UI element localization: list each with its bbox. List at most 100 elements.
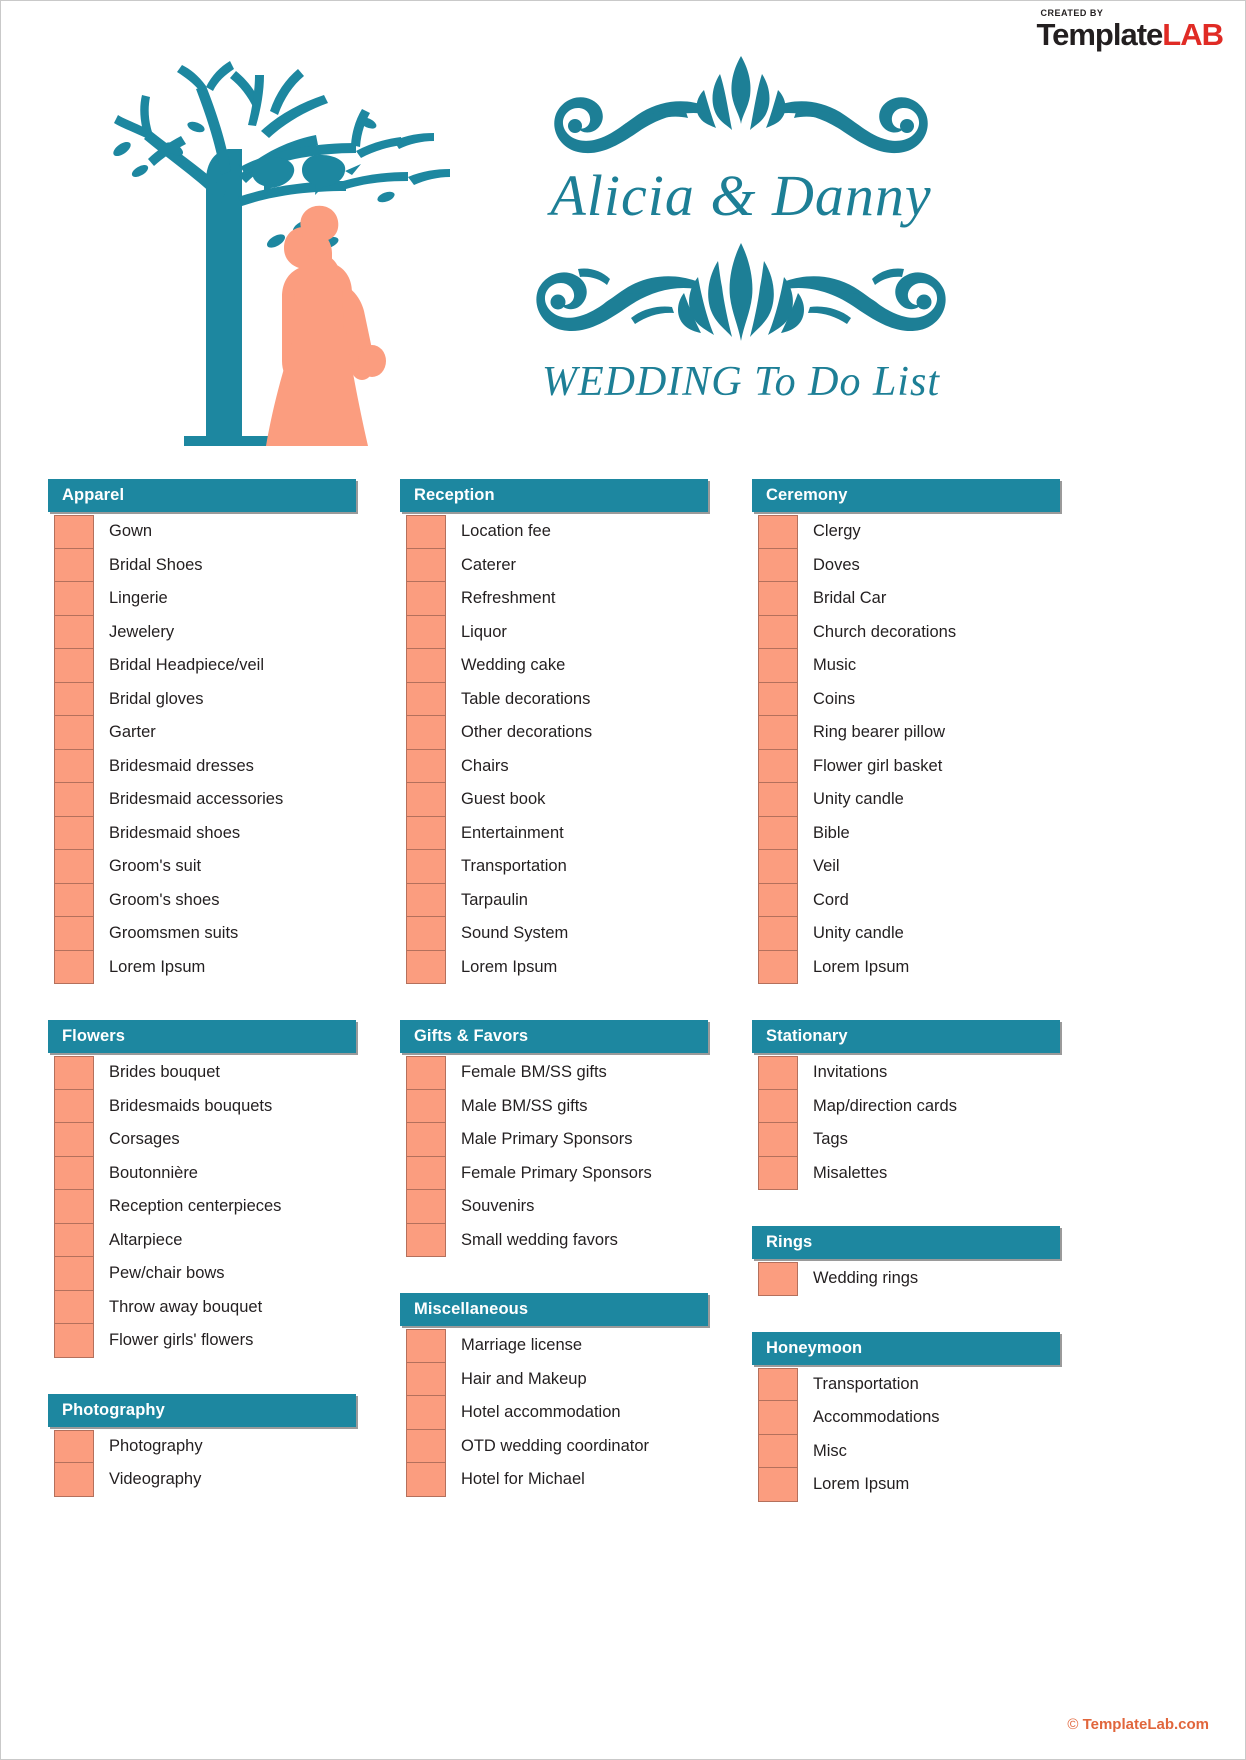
checkbox[interactable]	[406, 749, 446, 783]
checkbox[interactable]	[758, 682, 798, 716]
checkbox[interactable]	[758, 1401, 798, 1435]
checkbox[interactable]	[54, 548, 94, 582]
checkbox[interactable]	[54, 917, 94, 951]
checklist-item-label: Table decorations	[461, 689, 591, 708]
checklist-row: Bridal Car	[752, 582, 1060, 616]
checkbox[interactable]	[406, 615, 446, 649]
checkbox[interactable]	[758, 548, 798, 582]
checkbox[interactable]	[54, 1123, 94, 1157]
checkbox[interactable]	[406, 1056, 446, 1090]
checkbox[interactable]	[54, 1156, 94, 1190]
checkbox[interactable]	[406, 1156, 446, 1190]
checkbox[interactable]	[758, 749, 798, 783]
checklist-item-label: Guest book	[461, 790, 546, 809]
checklist-item-label: Brides bouquet	[109, 1063, 220, 1082]
checklist-item-label: Male BM/SS gifts	[461, 1096, 588, 1115]
checkbox[interactable]	[758, 582, 798, 616]
checklist-row: Throw away bouquet	[48, 1290, 356, 1324]
checkbox[interactable]	[54, 716, 94, 750]
checkbox[interactable]	[406, 883, 446, 917]
checkbox[interactable]	[54, 1190, 94, 1224]
checkbox[interactable]	[758, 1468, 798, 1502]
checklist-row: Female Primary Sponsors	[400, 1156, 708, 1190]
checkbox[interactable]	[54, 883, 94, 917]
checklist-item-label: Jewelery	[109, 622, 175, 641]
checkbox[interactable]	[54, 1324, 94, 1358]
checkbox[interactable]	[406, 548, 446, 582]
checkbox[interactable]	[758, 1367, 798, 1401]
checkbox[interactable]	[758, 783, 798, 817]
checkbox[interactable]	[758, 515, 798, 549]
checklist-row: Veil	[752, 850, 1060, 884]
checkbox[interactable]	[406, 783, 446, 817]
checkbox[interactable]	[758, 1123, 798, 1157]
checkbox[interactable]	[406, 1223, 446, 1257]
footer-site-link[interactable]: TemplateLab.com	[1083, 1716, 1209, 1733]
checkbox[interactable]	[54, 682, 94, 716]
checkbox[interactable]	[758, 917, 798, 951]
checklist-row: Corsages	[48, 1123, 356, 1157]
checkbox[interactable]	[758, 1434, 798, 1468]
checkbox[interactable]	[406, 716, 446, 750]
checkbox[interactable]	[406, 1123, 446, 1157]
checkbox[interactable]	[406, 1396, 446, 1430]
checklist-row: Bridesmaids bouquets	[48, 1089, 356, 1123]
checkbox[interactable]	[406, 1329, 446, 1363]
checkbox[interactable]	[758, 615, 798, 649]
checkbox[interactable]	[758, 1089, 798, 1123]
section-header-apparel: Apparel	[48, 479, 356, 512]
checkbox[interactable]	[758, 1056, 798, 1090]
checkbox[interactable]	[758, 1262, 798, 1296]
checkbox[interactable]	[54, 1429, 94, 1463]
checkbox[interactable]	[54, 649, 94, 683]
checkbox[interactable]	[406, 850, 446, 884]
checkbox[interactable]	[54, 615, 94, 649]
section-header-honeymoon: Honeymoon	[752, 1331, 1060, 1365]
checkbox[interactable]	[406, 649, 446, 683]
checkbox[interactable]	[54, 1056, 94, 1090]
checklist-row: Photography	[48, 1429, 356, 1463]
footer-credit[interactable]: © TemplateLab.com	[1067, 1716, 1209, 1733]
checklist-item-label: OTD wedding coordinator	[461, 1436, 650, 1455]
checkbox[interactable]	[54, 850, 94, 884]
checklist-item-label: Map/direction cards	[813, 1096, 957, 1115]
checkbox[interactable]	[406, 1190, 446, 1224]
checkbox[interactable]	[54, 1223, 94, 1257]
checkbox[interactable]	[406, 1362, 446, 1396]
checkbox[interactable]	[406, 1429, 446, 1463]
checkbox[interactable]	[54, 1089, 94, 1123]
checkbox[interactable]	[54, 783, 94, 817]
checkbox[interactable]	[54, 582, 94, 616]
wedding-todo-list-page: CREATED BY TemplateLAB Alicia & Danny WE…	[0, 0, 1246, 1760]
checkbox[interactable]	[758, 950, 798, 984]
checkbox[interactable]	[406, 917, 446, 951]
checklist-item-label: Ring bearer pillow	[813, 723, 946, 742]
checkbox[interactable]	[54, 515, 94, 549]
checkbox[interactable]	[406, 1089, 446, 1123]
checklist-section: Honeymoon Transportation Accommodations Mis…	[752, 1331, 1060, 1502]
checklist-item-label: Lorem Ipsum	[813, 1475, 910, 1494]
checkbox[interactable]	[54, 1290, 94, 1324]
checkbox[interactable]	[406, 950, 446, 984]
checkbox[interactable]	[758, 816, 798, 850]
page-title-couple-names: Alicia & Danny	[550, 163, 932, 228]
checkbox[interactable]	[758, 850, 798, 884]
checkbox[interactable]	[406, 816, 446, 850]
checkbox[interactable]	[54, 950, 94, 984]
checkbox[interactable]	[54, 1257, 94, 1291]
checkbox[interactable]	[406, 515, 446, 549]
checklist-row: Brides bouquet	[48, 1056, 356, 1090]
checkbox[interactable]	[758, 1156, 798, 1190]
checkbox[interactable]	[758, 716, 798, 750]
checklist-item-label: Unity candle	[813, 924, 904, 943]
checkbox[interactable]	[758, 883, 798, 917]
checkbox[interactable]	[406, 682, 446, 716]
checklist-row: Invitations	[752, 1056, 1060, 1090]
checkbox[interactable]	[406, 1463, 446, 1497]
checkbox[interactable]	[54, 749, 94, 783]
checkbox[interactable]	[54, 816, 94, 850]
checkbox[interactable]	[54, 1463, 94, 1497]
checkbox[interactable]	[758, 649, 798, 683]
checklist-row: Lorem Ipsum	[48, 950, 356, 984]
checkbox[interactable]	[406, 582, 446, 616]
